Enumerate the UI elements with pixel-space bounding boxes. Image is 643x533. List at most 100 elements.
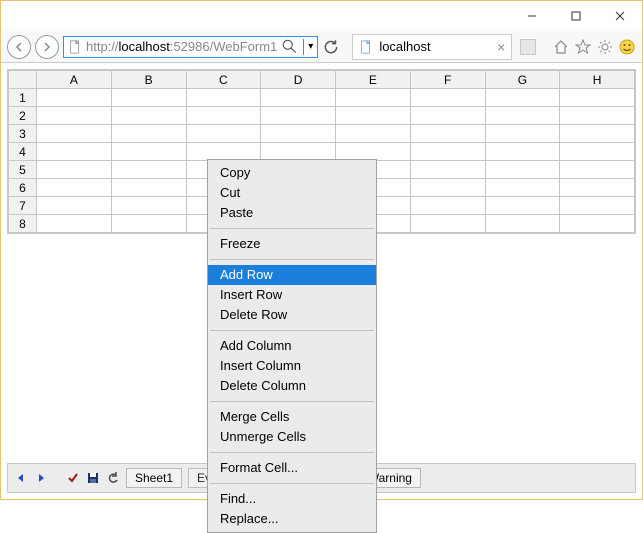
column-header[interactable]: E bbox=[336, 71, 411, 89]
cell[interactable] bbox=[37, 89, 112, 107]
address-bar[interactable]: http://localhost:52986/WebForm1 ▾ bbox=[63, 36, 318, 58]
menu-item[interactable]: Add Row bbox=[208, 265, 376, 285]
row-header[interactable]: 7 bbox=[9, 197, 37, 215]
menu-item[interactable]: Format Cell... bbox=[208, 458, 376, 478]
menu-item[interactable]: Freeze bbox=[208, 234, 376, 254]
cell[interactable] bbox=[37, 107, 112, 125]
row-header[interactable]: 5 bbox=[9, 161, 37, 179]
menu-item[interactable]: Paste bbox=[208, 203, 376, 223]
row-header[interactable]: 6 bbox=[9, 179, 37, 197]
cell[interactable] bbox=[336, 89, 411, 107]
cell[interactable] bbox=[410, 179, 485, 197]
cell[interactable] bbox=[410, 125, 485, 143]
cell[interactable] bbox=[560, 89, 635, 107]
cell[interactable] bbox=[111, 161, 186, 179]
menu-item[interactable]: Merge Cells bbox=[208, 407, 376, 427]
cell[interactable] bbox=[410, 143, 485, 161]
row-header[interactable]: 8 bbox=[9, 215, 37, 233]
cell[interactable] bbox=[336, 125, 411, 143]
sheet-tab[interactable]: Sheet1 bbox=[126, 468, 182, 488]
cell[interactable] bbox=[560, 215, 635, 233]
column-header[interactable]: G bbox=[485, 71, 560, 89]
menu-item[interactable]: Unmerge Cells bbox=[208, 427, 376, 447]
row-header[interactable]: 2 bbox=[9, 107, 37, 125]
cell[interactable] bbox=[485, 125, 560, 143]
cell[interactable] bbox=[261, 143, 336, 161]
cell[interactable] bbox=[186, 89, 261, 107]
scroll-left-button[interactable] bbox=[14, 471, 28, 485]
row-header[interactable]: 4 bbox=[9, 143, 37, 161]
cell[interactable] bbox=[186, 107, 261, 125]
window-minimize-button[interactable] bbox=[510, 2, 554, 30]
cell[interactable] bbox=[485, 161, 560, 179]
cell[interactable] bbox=[410, 89, 485, 107]
undo-button[interactable] bbox=[106, 471, 120, 485]
cell[interactable] bbox=[111, 89, 186, 107]
cell[interactable] bbox=[186, 143, 261, 161]
cell[interactable] bbox=[410, 215, 485, 233]
nav-back-button[interactable] bbox=[7, 35, 31, 59]
cell[interactable] bbox=[485, 89, 560, 107]
cell[interactable] bbox=[485, 107, 560, 125]
home-button[interactable] bbox=[552, 38, 570, 56]
cell[interactable] bbox=[37, 161, 112, 179]
search-button[interactable] bbox=[281, 38, 299, 56]
cell[interactable] bbox=[111, 143, 186, 161]
confirm-button[interactable] bbox=[66, 471, 80, 485]
column-header[interactable]: D bbox=[261, 71, 336, 89]
cell[interactable] bbox=[336, 143, 411, 161]
cell[interactable] bbox=[111, 107, 186, 125]
favorites-button[interactable] bbox=[574, 38, 592, 56]
menu-item[interactable]: Delete Row bbox=[208, 305, 376, 325]
feedback-button[interactable] bbox=[618, 38, 636, 56]
cell[interactable] bbox=[261, 125, 336, 143]
menu-item[interactable]: Copy bbox=[208, 163, 376, 183]
row-header[interactable]: 3 bbox=[9, 125, 37, 143]
cell[interactable] bbox=[560, 125, 635, 143]
cell[interactable] bbox=[37, 179, 112, 197]
tab-close-button[interactable]: × bbox=[497, 39, 505, 55]
menu-item[interactable]: Cut bbox=[208, 183, 376, 203]
cell[interactable] bbox=[336, 107, 411, 125]
cell[interactable] bbox=[37, 197, 112, 215]
nav-forward-button[interactable] bbox=[35, 35, 59, 59]
menu-item[interactable]: Find... bbox=[208, 489, 376, 509]
cell[interactable] bbox=[111, 197, 186, 215]
search-dropdown[interactable]: ▾ bbox=[308, 41, 313, 52]
menu-item[interactable]: Replace... bbox=[208, 509, 376, 529]
save-button[interactable] bbox=[86, 471, 100, 485]
cell[interactable] bbox=[485, 215, 560, 233]
cell[interactable] bbox=[560, 197, 635, 215]
row-header[interactable]: 1 bbox=[9, 89, 37, 107]
cell[interactable] bbox=[37, 125, 112, 143]
cell[interactable] bbox=[485, 197, 560, 215]
new-tab-button[interactable] bbox=[520, 39, 536, 55]
column-header[interactable]: A bbox=[37, 71, 112, 89]
column-header[interactable]: F bbox=[410, 71, 485, 89]
cell[interactable] bbox=[560, 179, 635, 197]
cell[interactable] bbox=[111, 179, 186, 197]
menu-item[interactable]: Add Column bbox=[208, 336, 376, 356]
cell[interactable] bbox=[111, 125, 186, 143]
column-header[interactable]: C bbox=[186, 71, 261, 89]
cell[interactable] bbox=[560, 107, 635, 125]
tools-button[interactable] bbox=[596, 38, 614, 56]
cell[interactable] bbox=[37, 215, 112, 233]
menu-item[interactable]: Delete Column bbox=[208, 376, 376, 396]
refresh-button[interactable] bbox=[322, 38, 340, 56]
cell[interactable] bbox=[410, 197, 485, 215]
scroll-right-button[interactable] bbox=[34, 471, 48, 485]
column-header[interactable]: H bbox=[560, 71, 635, 89]
cell[interactable] bbox=[560, 161, 635, 179]
cell[interactable] bbox=[261, 89, 336, 107]
cell[interactable] bbox=[410, 161, 485, 179]
cell[interactable] bbox=[485, 179, 560, 197]
browser-tab[interactable]: localhost × bbox=[352, 34, 512, 60]
menu-item[interactable]: Insert Column bbox=[208, 356, 376, 376]
cell[interactable] bbox=[485, 143, 560, 161]
window-maximize-button[interactable] bbox=[554, 2, 598, 30]
cell[interactable] bbox=[186, 125, 261, 143]
corner-cell[interactable] bbox=[9, 71, 37, 89]
column-header[interactable]: B bbox=[111, 71, 186, 89]
cell[interactable] bbox=[410, 107, 485, 125]
